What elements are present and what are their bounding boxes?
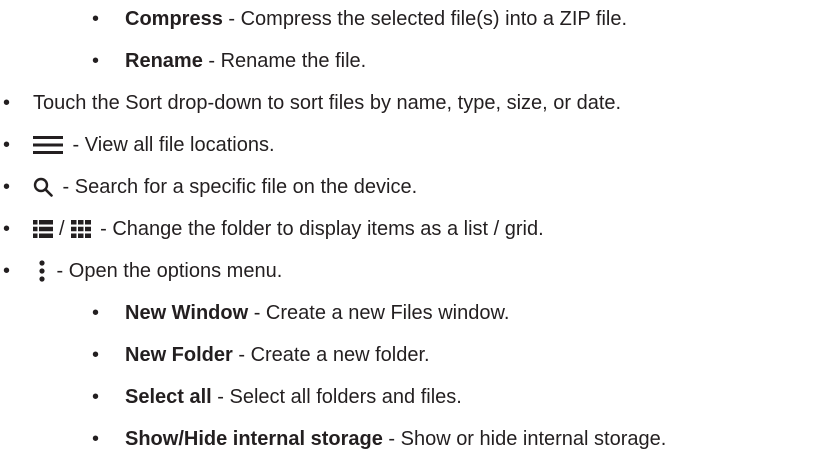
grid-view-icon <box>70 220 91 238</box>
term-label: Show/Hide internal storage <box>125 428 383 450</box>
bullet: • <box>92 428 100 450</box>
bullet: • <box>3 134 11 156</box>
hamburger-menu-icon <box>33 135 63 155</box>
item-text: - Search for a specific file on the devi… <box>57 176 418 198</box>
term-label: Rename <box>125 50 203 72</box>
term-description: - Select all folders and files. <box>211 386 462 408</box>
more-options-icon <box>39 260 45 282</box>
term-label: New Folder <box>125 344 233 366</box>
term-description: - Compress the selected file(s) into a Z… <box>222 8 628 30</box>
bullet: • <box>3 218 11 240</box>
separator: / <box>59 218 65 240</box>
term-description: - Create a new Files window. <box>248 302 510 324</box>
bullet: • <box>92 8 100 30</box>
item-text: - Change the folder to display items as … <box>94 218 544 240</box>
bullet: • <box>3 92 11 114</box>
item-text: - Open the options menu. <box>51 260 283 282</box>
document-page: • Compress - Compress the selected file(… <box>0 0 838 472</box>
search-icon <box>33 177 53 197</box>
bullet: • <box>92 344 100 366</box>
bullet: • <box>92 50 100 72</box>
bullet: • <box>3 260 11 282</box>
term-description: - Rename the file. <box>202 50 367 72</box>
term-label: New Window <box>125 302 249 324</box>
bullet: • <box>92 386 100 408</box>
item-text: - View all file locations. <box>67 134 275 156</box>
term-label: Select all <box>125 386 212 408</box>
bullet: • <box>92 302 100 324</box>
bullet: • <box>3 176 11 198</box>
term-label: Compress <box>125 8 223 30</box>
term-description: - Show or hide internal storage. <box>382 428 667 450</box>
term-description: - Create a new folder. <box>232 344 430 366</box>
item-text: Touch the Sort drop-down to sort files b… <box>33 92 622 114</box>
list-view-icon <box>33 220 53 238</box>
